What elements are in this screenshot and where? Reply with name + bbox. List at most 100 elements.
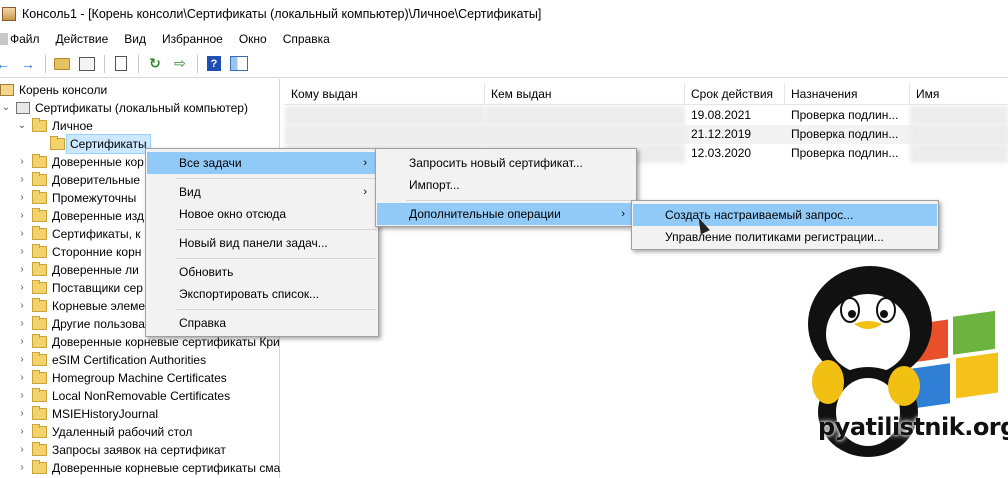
folder-icon [32, 172, 47, 186]
tree-personal-label: Личное [52, 119, 93, 133]
expand-icon[interactable]: › [16, 207, 28, 225]
action-pane-icon[interactable] [228, 53, 250, 75]
tree-store-item[interactable]: › Корневые элеме [16, 297, 145, 315]
menu-action[interactable]: Действие [48, 28, 117, 50]
menu-window[interactable]: Окно [231, 28, 275, 50]
menu-item-refresh[interactable]: Обновить [147, 261, 377, 283]
name-cell [910, 144, 1008, 163]
folder-icon [32, 370, 47, 384]
tree-store-item[interactable]: › Доверительные [16, 171, 140, 189]
forward-arrow-icon[interactable]: → [17, 53, 39, 75]
tree-store-item[interactable]: › Homegroup Machine Certificates [16, 369, 227, 387]
expand-icon[interactable]: › [16, 261, 28, 279]
expand-icon[interactable]: › [16, 441, 28, 459]
column-name[interactable]: Имя [910, 83, 1008, 105]
expand-icon[interactable]: › [16, 423, 28, 441]
table-row[interactable]: 19.08.2021 Проверка подлин... [285, 106, 1008, 125]
expand-icon[interactable]: › [16, 333, 28, 351]
menu-item-create-custom-request[interactable]: Создать настраиваемый запрос... [633, 204, 937, 226]
menu-item-view[interactable]: Вид › [147, 181, 377, 203]
window-title: Консоль1 - [Корень консоли\Сертификаты (… [22, 7, 542, 21]
column-purposes[interactable]: Назначения [785, 83, 910, 105]
properties-icon[interactable] [110, 53, 132, 75]
toolbar-separator [104, 54, 105, 73]
menu-item-new-window[interactable]: Новое окно отсюда [147, 203, 377, 225]
expand-icon[interactable]: › [16, 315, 28, 333]
expand-icon[interactable]: › [16, 351, 28, 369]
expand-icon[interactable]: › [16, 171, 28, 189]
tree-store-item[interactable]: › Поставщики сер [16, 279, 143, 297]
tree-store-label: Сертификаты, к [52, 227, 141, 241]
issued-to-cell [285, 125, 485, 144]
menu-favorites[interactable]: Избранное [154, 28, 231, 50]
submenu-advanced-operations: Создать настраиваемый запрос... Управлен… [631, 200, 939, 250]
tree-store-item[interactable]: › MSIEHistoryJournal [16, 405, 158, 423]
tree-store-item[interactable]: › eSIM Certification Authorities [16, 351, 206, 369]
folder-icon [32, 334, 47, 348]
tree-store-item[interactable]: › Доверенные ли [16, 261, 139, 279]
toolbar: ← → ↻ ⇨ ? [0, 50, 1008, 78]
back-arrow-icon[interactable]: ← [0, 53, 14, 75]
tree-store-item[interactable]: › Удаленный рабочий стол [16, 423, 192, 441]
menu-item-advanced-operations[interactable]: Дополнительные операции › [377, 203, 635, 225]
expiration-cell: 21.12.2019 [691, 127, 752, 141]
expand-icon[interactable]: › [16, 225, 28, 243]
tree-store-item[interactable]: › Local NonRemovable Certificates [16, 387, 230, 405]
tree-certificates[interactable]: Сертификаты [50, 134, 151, 154]
expand-icon[interactable]: › [16, 189, 28, 207]
issued-by-cell [485, 106, 685, 125]
export-list-icon[interactable]: ⇨ [169, 53, 191, 75]
expand-icon[interactable]: › [16, 369, 28, 387]
folder-icon [32, 424, 47, 438]
tree-store-label: Другие пользова [52, 317, 145, 331]
refresh-icon[interactable]: ↻ [144, 53, 166, 75]
collapse-icon[interactable]: ⌄ [16, 117, 28, 135]
menu-item-export-list[interactable]: Экспортировать список... [147, 283, 377, 305]
tree-store-item[interactable]: › Сторонние корн [16, 243, 141, 261]
tree-store-label: Запросы заявок на сертификат [52, 443, 226, 457]
tree-store-item[interactable]: › Другие пользова [16, 315, 145, 333]
up-folder-icon[interactable] [51, 53, 73, 75]
menu-item-new-taskpad[interactable]: Новый вид панели задач... [147, 232, 377, 254]
expand-icon[interactable]: › [16, 459, 28, 477]
tree-store-label: Доверенные изд [52, 209, 145, 223]
tree-store-item[interactable]: › Промежуточны [16, 189, 136, 207]
menu-file[interactable]: Файл [0, 28, 48, 50]
tree-store-item[interactable]: › Доверенные корневые сертификаты сма [16, 459, 280, 477]
expand-icon[interactable]: › [16, 405, 28, 423]
tree-store-item[interactable]: › Доверенные кор [16, 153, 144, 171]
tree-personal[interactable]: ⌄ Личное [16, 117, 93, 135]
help-icon[interactable]: ? [203, 53, 225, 75]
folder-icon [50, 136, 65, 150]
menu-item-manage-enrollment-policies[interactable]: Управление политиками регистрации... [633, 226, 937, 248]
name-cell [910, 106, 1008, 125]
table-row[interactable]: 21.12.2019 Проверка подлин... [285, 125, 1008, 144]
expand-icon[interactable]: › [16, 279, 28, 297]
name-cell [910, 125, 1008, 144]
menu-item-request-cert[interactable]: Запросить новый сертификат... [377, 152, 635, 174]
expand-icon[interactable]: › [16, 243, 28, 261]
column-expiration[interactable]: Срок действия [685, 83, 785, 105]
tree-store-item[interactable]: › Доверенные изд [16, 207, 144, 225]
menu-item-import[interactable]: Импорт... [377, 174, 635, 196]
menu-item-all-tasks[interactable]: Все задачи › [147, 152, 377, 174]
collapse-icon[interactable]: ⌄ [0, 99, 12, 117]
tree-certs-root[interactable]: ⌄ Сертификаты (локальный компьютер) [0, 99, 248, 117]
tree-store-item[interactable]: › Запросы заявок на сертификат [16, 441, 226, 459]
menu-item-help[interactable]: Справка [147, 312, 377, 334]
tree-root[interactable]: Корень консоли [0, 81, 107, 99]
tree-store-item[interactable]: › Сертификаты, к [16, 225, 141, 243]
column-issued-by[interactable]: Кем выдан [485, 83, 685, 105]
tree-store-label: Доверенные корневые сертификаты сма [52, 461, 281, 475]
show-hide-tree-icon[interactable] [76, 53, 98, 75]
document-icon [0, 33, 8, 45]
expand-icon[interactable]: › [16, 153, 28, 171]
expand-icon[interactable]: › [16, 387, 28, 405]
menu-view[interactable]: Вид [116, 28, 154, 50]
expand-icon[interactable]: › [16, 297, 28, 315]
column-issued-to[interactable]: Кому выдан [285, 83, 485, 105]
menu-item-label: Дополнительные операции [409, 207, 561, 221]
tree-certs-root-label: Сертификаты (локальный компьютер) [35, 101, 248, 115]
folder-icon [32, 298, 47, 312]
menu-help[interactable]: Справка [275, 28, 338, 50]
